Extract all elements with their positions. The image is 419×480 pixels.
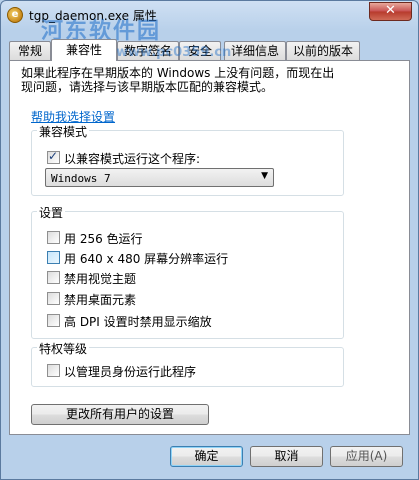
run-640x480-label[interactable]: 用 640 x 480 屏幕分辨率运行 [64,250,228,267]
os-version-select[interactable]: Windows 7 ▼ [45,168,274,187]
settings-group-label: 设置 [37,204,66,221]
intro-text: 如果此程序在早期版本的 Windows 上没有问题，而现在出 现问题，请选择与该… [21,66,401,94]
tab-digital-signature[interactable]: 数字签名 [117,41,179,60]
tab-general[interactable]: 常规 [9,41,51,60]
chevron-down-icon: ▼ [261,171,268,181]
intro-line-2: 现问题，请选择与该早期版本匹配的兼容模式。 [21,80,274,94]
properties-window: e tgp_daemon.exe 属性 ✕ 常规 兼容性 数字签名 安全 详细信… [0,0,419,480]
ok-button[interactable]: 确定 [170,446,243,467]
title-bar[interactable]: e tgp_daemon.exe 属性 ✕ [1,1,418,29]
run-640x480-checkbox[interactable] [47,251,60,264]
tab-security[interactable]: 安全 [179,41,221,60]
disable-desktop-composition-checkbox[interactable] [47,292,60,305]
disable-desktop-composition-label[interactable]: 禁用桌面元素 [64,291,136,308]
compat-mode-group-label: 兼容模式 [37,123,90,140]
disable-visual-themes-label[interactable]: 禁用视觉主题 [64,270,136,287]
window-title: tgp_daemon.exe 属性 [29,9,157,23]
compat-mode-checkbox-label[interactable]: 以兼容模式运行这个程序: [64,150,200,167]
run-as-admin-label[interactable]: 以管理员身份运行此程序 [64,363,196,380]
run-256-colors-checkbox[interactable] [47,231,60,244]
change-all-users-button[interactable]: 更改所有用户的设置 [31,404,209,425]
apply-button[interactable]: 应用(A) [330,446,403,467]
os-version-selected: Windows 7 [51,172,111,185]
disable-visual-themes-checkbox[interactable] [47,271,60,284]
tab-previous-versions[interactable]: 以前的版本 [286,41,360,60]
disable-dpi-scaling-label[interactable]: 高 DPI 设置时禁用显示缩放 [64,313,212,330]
run-256-colors-label[interactable]: 用 256 色运行 [64,230,143,247]
app-icon: e [7,7,23,23]
compat-mode-checkbox[interactable] [47,149,60,164]
close-button[interactable]: ✕ [369,2,412,21]
intro-line-1: 如果此程序在早期版本的 Windows 上没有问题，而现在出 [21,66,335,80]
tab-compatibility[interactable]: 兼容性 [51,39,117,61]
tab-details[interactable]: 详细信息 [224,41,286,60]
cancel-button[interactable]: 取消 [250,446,323,467]
run-as-admin-checkbox[interactable] [47,364,60,377]
privilege-group-label: 特权等级 [37,340,90,357]
disable-dpi-scaling-checkbox[interactable] [47,314,60,327]
